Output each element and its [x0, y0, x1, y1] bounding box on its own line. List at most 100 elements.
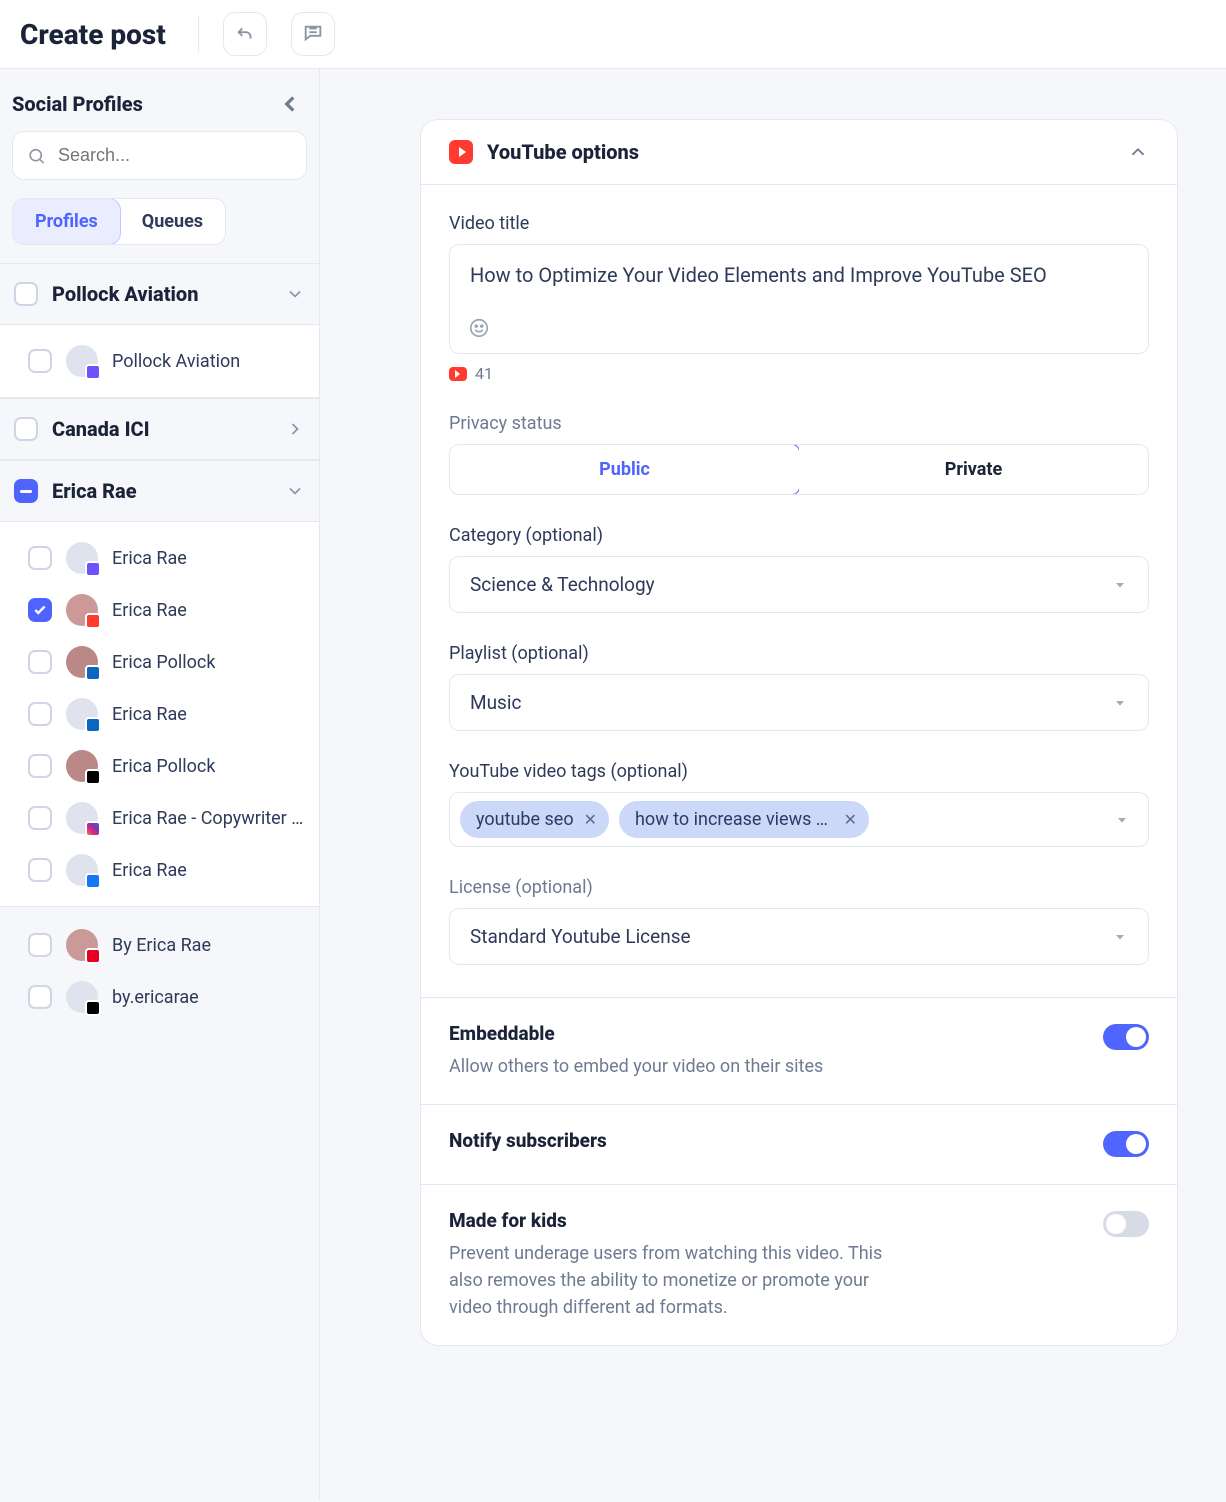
- privacy-public[interactable]: Public: [449, 444, 800, 495]
- toggle-kids[interactable]: [1103, 1211, 1149, 1237]
- privacy-segmented: Public Private: [449, 444, 1149, 495]
- license-dropdown[interactable]: Standard Youtube License: [449, 908, 1149, 965]
- tag-chip[interactable]: how to increase views on … ✕: [619, 801, 869, 838]
- switch-desc: Allow others to embed your video on thei…: [449, 1053, 909, 1080]
- switch-kids: Made for kids Prevent underage users fro…: [421, 1184, 1177, 1345]
- undo-icon: [234, 23, 256, 45]
- tab-profiles[interactable]: Profiles: [12, 198, 121, 245]
- tag-remove-icon[interactable]: ✕: [584, 810, 597, 829]
- tag-chip[interactable]: youtube seo ✕: [460, 801, 609, 838]
- facebook-icon: [85, 873, 101, 889]
- profiles-list-erica: Erica Rae Erica Rae Erica Pollock Erica …: [0, 522, 319, 907]
- chevron-down-icon[interactable]: [285, 481, 305, 501]
- profile-label: by.ericarae: [112, 987, 199, 1008]
- profiles-list-pollock: Pollock Aviation: [0, 325, 319, 398]
- video-title-label: Video title: [449, 213, 1149, 234]
- emoji-picker-button[interactable]: [468, 317, 490, 339]
- profile-row[interactable]: Erica Pollock: [0, 636, 319, 688]
- group-label: Pollock Aviation: [52, 282, 271, 306]
- profile-checkbox-checked[interactable]: [28, 598, 52, 622]
- profile-label: By Erica Rae: [112, 935, 211, 956]
- profile-checkbox[interactable]: [28, 349, 52, 373]
- avatar: [66, 542, 98, 574]
- main-content: YouTube options Video title How to Optim…: [320, 69, 1226, 1406]
- avatar: [66, 802, 98, 834]
- avatar: [66, 698, 98, 730]
- profile-row[interactable]: Erica Rae: [0, 532, 319, 584]
- switch-desc: Prevent underage users from watching thi…: [449, 1240, 909, 1321]
- chevron-up-icon[interactable]: [1127, 141, 1149, 163]
- toggle-notify[interactable]: [1103, 1131, 1149, 1157]
- card-header[interactable]: YouTube options: [421, 120, 1177, 185]
- undo-button[interactable]: [223, 12, 267, 56]
- tag-text: youtube seo: [476, 809, 574, 830]
- x-icon: [85, 769, 101, 785]
- profile-label: Erica Rae: [112, 704, 187, 725]
- group-checkbox-indeterminate[interactable]: [14, 479, 38, 503]
- profile-row[interactable]: Erica Rae - Copywriter …: [0, 792, 319, 844]
- profile-label: Erica Rae - Copywriter …: [112, 808, 303, 829]
- profile-row[interactable]: by.ericarae: [0, 971, 319, 1023]
- group-pollock-aviation[interactable]: Pollock Aviation: [0, 263, 319, 325]
- group-erica-rae[interactable]: Erica Rae: [0, 460, 319, 522]
- profile-label: Erica Rae: [112, 548, 187, 569]
- group-canada-ici[interactable]: Canada ICI: [0, 398, 319, 460]
- tag-text: how to increase views on …: [635, 809, 834, 830]
- profile-label: Erica Pollock: [112, 652, 215, 673]
- profile-label: Erica Rae: [112, 860, 187, 881]
- search-input-wrap[interactable]: [12, 131, 307, 180]
- group-checkbox[interactable]: [14, 417, 38, 441]
- group-checkbox[interactable]: [14, 282, 38, 306]
- switch-notify: Notify subscribers: [421, 1104, 1177, 1184]
- linkedin-icon: [85, 665, 101, 681]
- profile-checkbox[interactable]: [28, 754, 52, 778]
- switch-embeddable: Embeddable Allow others to embed your vi…: [421, 997, 1177, 1104]
- comments-icon: [302, 23, 324, 45]
- switch-title: Notify subscribers: [449, 1129, 1079, 1152]
- chevron-down-icon[interactable]: [285, 284, 305, 304]
- profile-checkbox[interactable]: [28, 858, 52, 882]
- license-value: Standard Youtube License: [470, 925, 691, 948]
- profile-label: Erica Pollock: [112, 756, 215, 777]
- playlist-value: Music: [470, 691, 521, 714]
- profile-row[interactable]: Pollock Aviation: [0, 335, 319, 387]
- playlist-dropdown[interactable]: Music: [449, 674, 1149, 731]
- profile-checkbox[interactable]: [28, 933, 52, 957]
- privacy-label: Privacy status: [449, 413, 1149, 434]
- tiktok-icon: [85, 1000, 101, 1016]
- tag-remove-icon[interactable]: ✕: [844, 810, 857, 829]
- youtube-small-icon: [449, 367, 467, 381]
- profile-row[interactable]: Erica Pollock: [0, 740, 319, 792]
- profile-row[interactable]: By Erica Rae: [0, 919, 319, 971]
- avatar: [66, 854, 98, 886]
- category-dropdown[interactable]: Science & Technology: [449, 556, 1149, 613]
- pinterest-icon: [85, 948, 101, 964]
- chevron-right-icon[interactable]: [285, 419, 305, 439]
- profile-row[interactable]: Erica Rae: [0, 688, 319, 740]
- privacy-private[interactable]: Private: [799, 445, 1148, 494]
- profile-checkbox[interactable]: [28, 806, 52, 830]
- comments-button[interactable]: [291, 12, 335, 56]
- profile-checkbox[interactable]: [28, 650, 52, 674]
- caret-down-icon: [1112, 695, 1128, 711]
- tags-input[interactable]: youtube seo ✕ how to increase views on ……: [449, 792, 1149, 847]
- license-label: License (optional): [449, 877, 1149, 898]
- page-title: Create post: [20, 18, 166, 51]
- tab-queues[interactable]: Queues: [120, 199, 225, 244]
- collapse-sidebar-icon[interactable]: [277, 91, 303, 117]
- tags-label: YouTube video tags (optional): [449, 761, 1149, 782]
- profile-checkbox[interactable]: [28, 985, 52, 1009]
- video-title-input[interactable]: How to Optimize Your Video Elements and …: [449, 244, 1149, 354]
- search-input[interactable]: [56, 144, 292, 167]
- category-value: Science & Technology: [470, 573, 655, 596]
- toggle-embeddable[interactable]: [1103, 1024, 1149, 1050]
- caret-down-icon: [1112, 577, 1128, 593]
- sidebar-title: Social Profiles: [12, 92, 143, 116]
- profile-checkbox[interactable]: [28, 546, 52, 570]
- char-count-value: 41: [475, 364, 493, 383]
- network-badge: [85, 364, 101, 380]
- char-count: 41: [449, 364, 1149, 383]
- profile-checkbox[interactable]: [28, 702, 52, 726]
- profile-row[interactable]: Erica Rae: [0, 844, 319, 896]
- profile-row[interactable]: Erica Rae: [0, 584, 319, 636]
